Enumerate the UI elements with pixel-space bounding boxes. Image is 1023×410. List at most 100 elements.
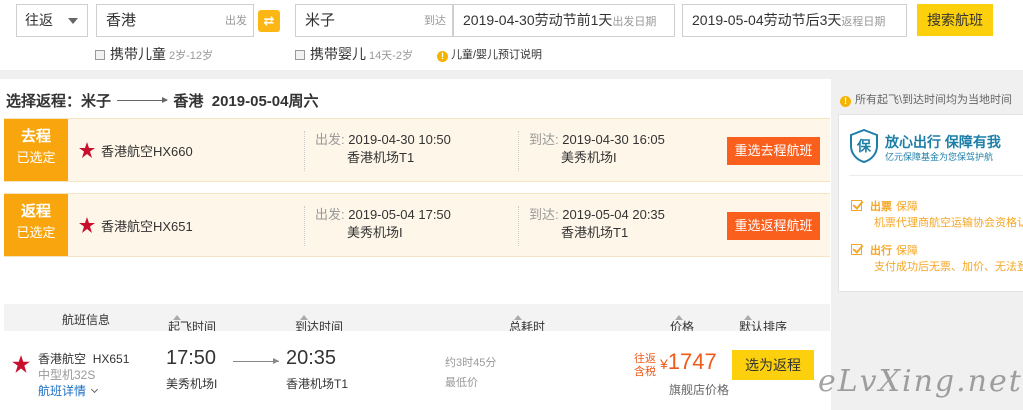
assurance-item-key: 出票	[870, 201, 892, 213]
flight-price-value: 1747	[667, 349, 717, 374]
checkbox-icon	[295, 50, 305, 60]
checkbox-icon	[95, 50, 105, 60]
infant-age-range: 14天-2岁	[369, 50, 414, 62]
flight-departure-time: 17:50	[166, 347, 217, 369]
outbound-airline: 香港航空HX660	[78, 141, 193, 160]
flight-detail-link[interactable]: 航班详情	[38, 383, 129, 399]
outbound-departure-time: 2019-04-30 10:50	[348, 132, 451, 147]
departure-label: 出发:	[315, 132, 345, 147]
assurance-item-key: 出行	[870, 245, 892, 257]
from-city-input[interactable]: 香港 出发	[96, 4, 254, 37]
tax-line-roundtrip: 往返	[634, 353, 656, 365]
depart-date-value: 2019-04-30劳动节前1天	[463, 12, 613, 28]
outbound-arrival: 到达: 2019-04-30 16:05 美秀机场I	[518, 131, 665, 171]
to-city-input[interactable]: 米子 到达	[295, 4, 453, 37]
trip-type-value: 往返	[25, 12, 53, 28]
from-city-value: 香港	[106, 12, 137, 29]
flight-arrival-time: 20:35	[286, 347, 337, 369]
return-departure-time: 2019-05-04 17:50	[348, 207, 451, 222]
column-flight-info: 航班信息	[62, 313, 111, 327]
check-icon	[851, 244, 862, 255]
reselect-return-button[interactable]: 重选返程航班	[727, 212, 820, 240]
return-airline-label: 香港航空HX651	[101, 219, 193, 234]
assurance-item-desc: 机票代理商航空运输协会资格认证	[874, 217, 1023, 229]
return-date-hint: 返程日期	[841, 16, 886, 28]
assurance-subtitle: 亿元保障基金为您保驾护航	[885, 152, 994, 162]
arrow-right-icon	[233, 358, 279, 364]
return-tag-status: 已选定	[16, 225, 56, 240]
column-duration[interactable]: 总耗时	[509, 311, 545, 334]
search-flights-button[interactable]: 搜索航班	[917, 4, 993, 36]
column-arrival-time[interactable]: 到达时间	[295, 311, 343, 334]
chevron-down-icon	[68, 18, 78, 24]
assurance-title: 放心出行 保障有我	[885, 134, 1001, 150]
flight-price: ¥1747	[660, 349, 717, 375]
flight-row: 香港航空 HX651 中型机32S 航班详情 17:50 美秀机场I 20:35…	[4, 331, 830, 410]
infant-checkbox[interactable]: 携带婴儿 14天-2岁	[295, 44, 413, 64]
return-arrival-airport: 香港机场T1	[561, 225, 629, 240]
assurance-item-travel: 出行 保障 支付成功后无票、加价、无法登机	[851, 243, 1023, 275]
arrival-label: 到达:	[529, 132, 559, 147]
trip-type-select[interactable]: 往返	[16, 4, 88, 37]
selected-return-leg: 返程 已选定 香港航空HX651 出发: 2019-05-04 17:50 美秀…	[4, 193, 830, 257]
outbound-airline-label: 香港航空HX660	[101, 144, 193, 159]
tax-line-included: 含税	[634, 366, 656, 378]
column-price[interactable]: 价格	[670, 311, 694, 334]
outbound-tag-title: 去程	[20, 128, 51, 145]
hong-kong-airlines-logo-icon	[79, 217, 95, 233]
column-departure-time[interactable]: 起飞时间	[168, 311, 216, 334]
return-arrival: 到达: 2019-05-04 20:35 香港机场T1	[518, 206, 665, 246]
info-icon: !	[437, 51, 448, 62]
chevron-down-icon	[90, 385, 99, 394]
flight-departure-airport: 美秀机场I	[166, 377, 218, 391]
outbound-tag: 去程 已选定	[4, 119, 68, 181]
flight-list-header: 航班信息 起飞时间 到达时间 总耗时 价格 默认排序	[4, 304, 830, 334]
currency-symbol: ¥	[660, 356, 668, 372]
divider	[849, 175, 1023, 176]
selection-to: 香港	[173, 93, 204, 110]
outbound-tag-status: 已选定	[16, 150, 56, 165]
arrival-label: 到达:	[529, 207, 559, 222]
arrow-right-icon	[117, 97, 169, 103]
search-bar: 往返 香港 出发 ⇄ 米子 到达 2019-04-30劳动节前1天出发日期 20…	[0, 0, 1023, 70]
choose-return-button[interactable]: 选为返程	[732, 350, 814, 380]
return-date-value: 2019-05-04劳动节后3天	[692, 12, 842, 28]
child-checkbox[interactable]: 携带儿童 2岁-12岁	[95, 44, 213, 64]
tax-note: 往返 含税	[634, 353, 656, 379]
depart-date-hint: 出发日期	[612, 16, 657, 28]
watermark: eLvXing.net	[818, 364, 1023, 399]
booking-note-link[interactable]: ! 儿童/婴儿预订说明	[437, 46, 542, 62]
return-date-input[interactable]: 2019-05-04劳动节后3天返程日期	[682, 4, 907, 37]
local-time-notice: ! 所有起飞\到达时间均为当地时间	[840, 91, 1012, 107]
depart-date-input[interactable]: 2019-04-30劳动节前1天出发日期	[453, 4, 675, 37]
assurance-item-desc: 支付成功后无票、加价、无法登机	[874, 261, 1023, 273]
assurance-item-ticketing: 出票 保障 机票代理商航空运输协会资格认证	[851, 199, 1023, 231]
return-tag-title: 返程	[20, 203, 51, 220]
reselect-outbound-button[interactable]: 重选去程航班	[727, 137, 820, 165]
flight-number: HX651	[92, 352, 130, 366]
aircraft-model: 中型机32S	[38, 368, 96, 382]
assurance-item-value: 保障	[896, 245, 918, 257]
return-arrival-time: 2019-05-04 20:35	[562, 207, 665, 222]
selected-outbound-leg: 去程 已选定 香港航空HX660 出发: 2019-04-30 10:50 香港…	[4, 118, 830, 182]
svg-text:保: 保	[856, 138, 872, 155]
hong-kong-airlines-logo-icon	[79, 142, 95, 158]
lowest-price-tag: 最低价	[445, 377, 478, 389]
return-departure: 出发: 2019-05-04 17:50 美秀机场I	[304, 206, 451, 246]
return-airline: 香港航空HX651	[78, 216, 193, 235]
column-default-sort[interactable]: 默认排序	[739, 311, 787, 334]
outbound-departure-airport: 香港机场T1	[347, 150, 415, 165]
selection-from: 米子	[81, 93, 112, 110]
outbound-arrival-airport: 美秀机场I	[561, 150, 617, 165]
info-icon: !	[840, 96, 851, 107]
selection-title: 选择返程：米子 香港 2019-05-04周六	[6, 90, 318, 111]
flight-detail-label: 航班详情	[38, 384, 87, 398]
return-departure-airport: 美秀机场I	[347, 225, 403, 240]
flight-airline-name: 香港航空	[38, 352, 87, 366]
flight-arrival-airport: 香港机场T1	[286, 377, 349, 391]
swap-cities-icon[interactable]: ⇄	[258, 10, 280, 32]
to-city-value: 米子	[305, 12, 336, 29]
selection-prefix: 选择返程：	[6, 93, 82, 110]
hong-kong-airlines-logo-icon	[12, 355, 30, 373]
child-age-range: 2岁-12岁	[169, 50, 214, 62]
